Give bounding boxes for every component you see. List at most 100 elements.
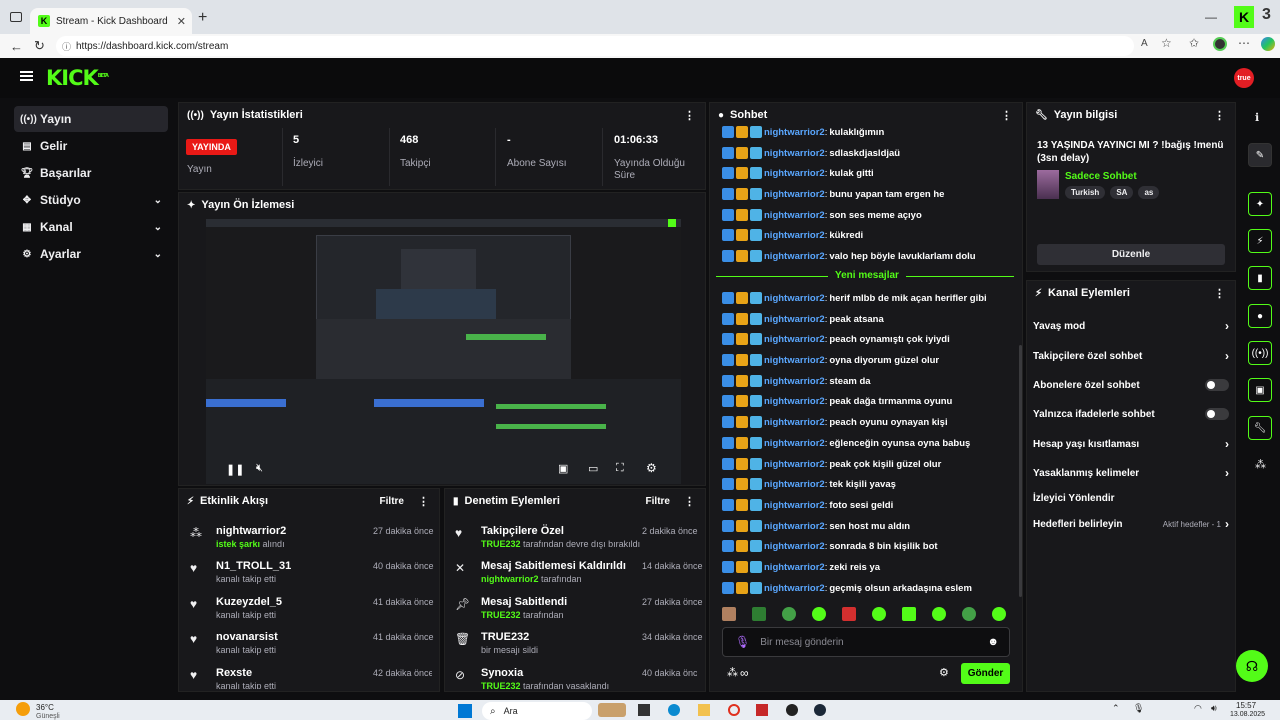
- read-aloud-icon[interactable]: A: [1141, 38, 1148, 49]
- chat-username[interactable]: nightwarrior2: [764, 314, 825, 325]
- chat-username[interactable]: nightwarrior2: [764, 334, 825, 345]
- weather-sun-icon[interactable]: [16, 702, 30, 716]
- copilot-icon[interactable]: [1261, 37, 1275, 51]
- emote-icon[interactable]: [992, 607, 1006, 621]
- steam-icon[interactable]: [814, 704, 826, 716]
- obs-icon[interactable]: [786, 704, 798, 716]
- nav-item-kanal[interactable]: ▦ Kanal ⌄: [14, 214, 168, 240]
- more-options-icon[interactable]: ⋮: [418, 495, 429, 508]
- nav-item-ayarlar[interactable]: ⚙ Ayarlar ⌄: [14, 241, 168, 267]
- chat-input[interactable]: 🎙︎ Bir mesaj gönderin ☻: [722, 627, 1010, 657]
- chat-username[interactable]: nightwarrior2: [764, 148, 825, 159]
- kick-app-icon[interactable]: K: [1234, 6, 1254, 28]
- volume-icon[interactable]: 🔊︎: [1211, 703, 1217, 714]
- category-link[interactable]: Sadece Sohbet: [1065, 171, 1137, 182]
- favorite-star-icon[interactable]: ☆: [1161, 36, 1172, 50]
- emote-icon[interactable]: [932, 607, 946, 621]
- taskbar-app-icon[interactable]: [598, 703, 626, 717]
- chat-scrollbar[interactable]: [1019, 345, 1022, 597]
- chat-username[interactable]: nightwarrior2: [764, 479, 825, 490]
- more-options-icon[interactable]: ⋮: [684, 109, 695, 122]
- windows-start-icon[interactable]: [458, 704, 472, 718]
- chat-username[interactable]: nightwarrior2: [764, 230, 825, 241]
- nav-item-studyo[interactable]: ✥ Stüdyo ⌄: [14, 187, 168, 213]
- nav-item-gelir[interactable]: ▤ Gelir: [14, 133, 168, 159]
- dots-icon[interactable]: ⁂: [727, 666, 738, 679]
- emote-icon[interactable]: [752, 607, 766, 621]
- more-menu-icon[interactable]: ⋯: [1238, 36, 1250, 50]
- info-icon[interactable]: ℹ: [1255, 111, 1259, 124]
- back-icon[interactable]: ←: [10, 39, 23, 54]
- profile-number-icon[interactable]: 3: [1262, 6, 1276, 28]
- taskbar-app-icon[interactable]: [756, 704, 768, 716]
- chat-username[interactable]: nightwarrior2: [764, 251, 825, 262]
- account-age-row[interactable]: Hesap yaşı kısıtlaması ›: [1033, 435, 1229, 453]
- set-goals-row[interactable]: Hedefleri belirleyin Aktif hedefler - 1 ›: [1033, 515, 1229, 533]
- mute-icon[interactable]: 🔇︎: [256, 462, 263, 475]
- chat-username[interactable]: nightwarrior2: [764, 541, 825, 552]
- redirect-viewers-row[interactable]: İzleyici Yönlendir: [1033, 489, 1229, 507]
- edit-pencil-icon[interactable]: ✎: [1248, 143, 1272, 167]
- subscribers-only-toggle[interactable]: [1205, 379, 1229, 391]
- chat-username[interactable]: nightwarrior2: [764, 438, 825, 449]
- broadcast-icon[interactable]: ((•)): [1248, 341, 1272, 365]
- banned-words-row[interactable]: Yasaklanmış kelimeler ›: [1033, 464, 1229, 482]
- extension-icon[interactable]: [1213, 37, 1227, 51]
- wrench-icon[interactable]: 🔧︎: [1248, 416, 1272, 440]
- nav-item-yayin[interactable]: ((•)) Yayın: [14, 106, 168, 132]
- site-info-icon[interactable]: ⓘ: [62, 40, 71, 53]
- chat-username[interactable]: nightwarrior2: [764, 417, 825, 428]
- camera-icon[interactable]: ▣: [1248, 378, 1272, 402]
- chat-username[interactable]: nightwarrior2: [764, 127, 825, 138]
- chat-username[interactable]: nightwarrior2: [764, 376, 825, 387]
- emote-icon[interactable]: [812, 607, 826, 621]
- microphone-icon[interactable]: 🎙︎: [1133, 703, 1144, 714]
- followers-only-row[interactable]: Takipçilere özel sohbet ›: [1033, 347, 1229, 365]
- emote-icon[interactable]: [872, 607, 886, 621]
- emotes-only-toggle[interactable]: [1205, 408, 1229, 420]
- chat-settings-gear-icon[interactable]: ⚙: [939, 666, 949, 679]
- pip-icon[interactable]: ▣: [558, 462, 568, 475]
- tray-chevron-icon[interactable]: ⌃: [1112, 703, 1120, 714]
- more-options-icon[interactable]: ⋮: [1214, 109, 1225, 122]
- chat-bubble-icon[interactable]: ●: [1248, 304, 1272, 328]
- infinity-icon[interactable]: ∞: [740, 666, 749, 680]
- chat-username[interactable]: nightwarrior2: [764, 459, 825, 470]
- edge-icon[interactable]: [668, 704, 680, 716]
- emote-icon[interactable]: [782, 607, 796, 621]
- settings-gear-icon[interactable]: ⚙: [646, 461, 657, 475]
- chat-username[interactable]: nightwarrior2: [764, 210, 825, 221]
- nav-item-basarilar[interactable]: 🏆︎ Başarılar: [14, 160, 168, 186]
- document-icon[interactable]: ▮: [1248, 266, 1272, 290]
- opera-icon[interactable]: [728, 704, 740, 716]
- more-options-icon[interactable]: ⋮: [1214, 287, 1225, 300]
- lightning-icon[interactable]: ⚡︎: [1248, 229, 1272, 253]
- minimize-icon[interactable]: —: [1205, 10, 1217, 24]
- emote-icon[interactable]: [962, 607, 976, 621]
- more-options-icon[interactable]: ⋮: [684, 495, 695, 508]
- emoji-picker-icon[interactable]: ☻: [987, 636, 999, 648]
- file-explorer-icon[interactable]: [698, 704, 710, 716]
- chat-username[interactable]: nightwarrior2: [764, 583, 825, 594]
- wifi-icon[interactable]: ◠: [1194, 703, 1202, 714]
- hamburger-menu-icon[interactable]: [20, 71, 33, 81]
- slow-mode-row[interactable]: Yavaş mod ›: [1033, 317, 1229, 335]
- chat-username[interactable]: nightwarrior2: [764, 355, 825, 366]
- new-tab-button[interactable]: +: [198, 9, 207, 27]
- chat-username[interactable]: nightwarrior2: [764, 293, 825, 304]
- favorites-icon[interactable]: ✩: [1189, 36, 1199, 50]
- dots-icon[interactable]: ⁂: [1255, 458, 1266, 471]
- close-tab-icon[interactable]: ✕: [177, 15, 186, 28]
- chat-username[interactable]: nightwarrior2: [764, 500, 825, 511]
- theater-mode-icon[interactable]: ▭: [588, 462, 598, 475]
- tab-actions-icon[interactable]: [10, 12, 22, 22]
- emote-icon[interactable]: [902, 607, 916, 621]
- edit-button[interactable]: Düzenle: [1037, 244, 1225, 265]
- chat-username[interactable]: nightwarrior2: [764, 396, 825, 407]
- stream-preview-video[interactable]: ❚❚ 🔇︎ ▣ ▭ ⛶ ⚙: [206, 219, 681, 484]
- chat-username[interactable]: nightwarrior2: [764, 521, 825, 532]
- kick-logo[interactable]: KICKBETA: [46, 66, 109, 90]
- chat-username[interactable]: nightwarrior2: [764, 189, 825, 200]
- chat-username[interactable]: nightwarrior2: [764, 168, 825, 179]
- emote-icon[interactable]: [722, 607, 736, 621]
